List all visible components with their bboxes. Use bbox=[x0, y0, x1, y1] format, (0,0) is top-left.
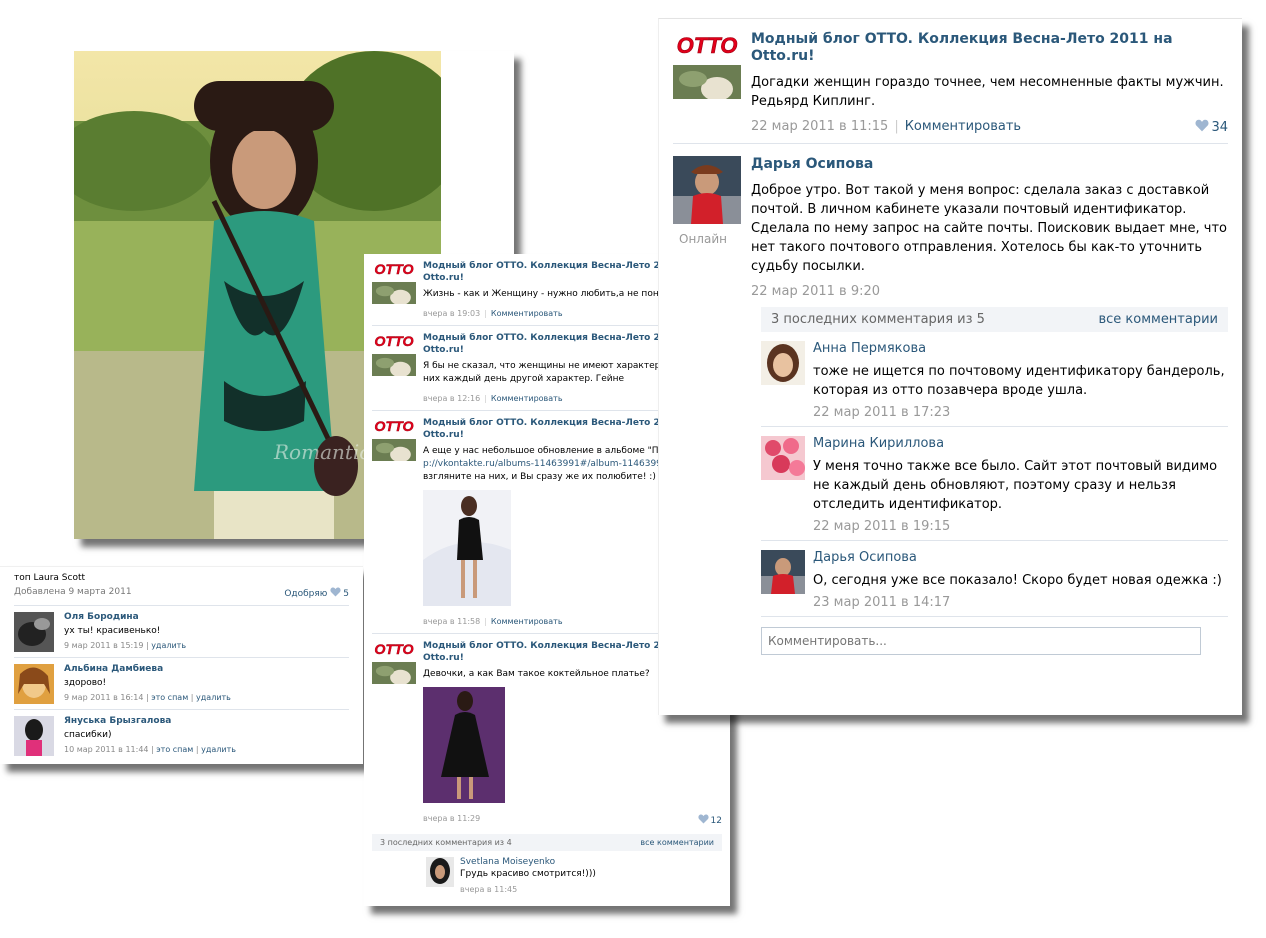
otto-logo-icon[interactable] bbox=[372, 417, 416, 461]
all-comments-link[interactable]: все комментарии bbox=[640, 838, 714, 847]
approve-label: Одобряю bbox=[284, 589, 328, 599]
post-comment: Марина Кириллова У меня точно также все … bbox=[761, 427, 1228, 541]
commenter-name[interactable]: Януська Брызгалова bbox=[64, 716, 236, 726]
comment-text: спасибки) bbox=[64, 730, 112, 740]
photo-meta: Добавлена 9 марта 2011 Одобряю 5 bbox=[14, 587, 349, 606]
dress-photo-purple[interactable] bbox=[423, 687, 505, 803]
comments-bar: 3 последних комментария из 4 все коммент… bbox=[372, 834, 722, 851]
heart-icon bbox=[698, 814, 709, 824]
post-date: вчера в 12:16 bbox=[423, 394, 481, 403]
delete-link[interactable]: удалить bbox=[196, 693, 231, 702]
commenter-name[interactable]: Анна Пермякова bbox=[813, 341, 1228, 356]
post-text-before: А еще у нас небольшое обновление в альбо… bbox=[423, 446, 693, 456]
photo-comment-row: Оля Бородина ух ты! красивенько! 9 мар 2… bbox=[14, 606, 349, 658]
post-text: Доброе утро. Вот такой у меня вопрос: сд… bbox=[751, 183, 1228, 274]
commenter-avatar[interactable] bbox=[761, 550, 805, 594]
comment-link[interactable]: Комментировать bbox=[905, 119, 1021, 134]
comment-date: 10 мар 2011 в 11:44 bbox=[64, 745, 149, 754]
commenter-name[interactable]: Марина Кириллова bbox=[813, 436, 1228, 451]
comment-date: 9 мар 2011 в 16:14 bbox=[64, 693, 144, 702]
post-author[interactable]: Дарья Осипова bbox=[751, 156, 1228, 173]
photo-comment-row: Альбина Дамбиева здорово! 9 мар 2011 в 1… bbox=[14, 658, 349, 710]
comment-date: 22 мар 2011 в 17:23 bbox=[813, 405, 951, 420]
commenter-avatar[interactable] bbox=[14, 664, 54, 704]
comments-count-label: 3 последних комментария из 5 bbox=[771, 312, 985, 327]
dress-photo-white[interactable] bbox=[423, 490, 511, 606]
post-comment: Svetlana Moiseyenko Грудь красиво смотри… bbox=[372, 851, 722, 894]
comment-text: Грудь красиво смотрится!))) bbox=[460, 869, 596, 879]
all-comments-link[interactable]: все комментарии bbox=[1098, 312, 1218, 327]
comments-count-label: 3 последних комментария из 4 bbox=[380, 838, 512, 847]
comment-date: 22 мар 2011 в 19:15 bbox=[813, 519, 951, 534]
community-wall-detail: Модный блог OTTO. Коллекция Весна-Лето 2… bbox=[658, 18, 1242, 715]
commenter-avatar[interactable] bbox=[761, 341, 805, 385]
wall-post: Модный блог OTTO. Коллекция Весна-Лето 2… bbox=[673, 19, 1228, 144]
otto-logo-icon[interactable] bbox=[372, 640, 416, 684]
spam-link[interactable]: это спам bbox=[151, 693, 188, 702]
post-comment: Анна Пермякова тоже не ищется по почтово… bbox=[761, 332, 1228, 427]
commenter-avatar[interactable] bbox=[426, 857, 454, 887]
approve-count: 5 bbox=[343, 589, 349, 599]
commenter-name[interactable]: Svetlana Moiseyenko bbox=[460, 857, 596, 867]
comment-text: здорово! bbox=[64, 678, 107, 688]
comments-bar: 3 последних комментария из 5 все коммент… bbox=[761, 307, 1228, 332]
post-date: вчера в 11:29 bbox=[423, 814, 481, 823]
comment-text: О, сегодня уже все показало! Скоро будет… bbox=[813, 573, 1222, 588]
commenter-name[interactable]: Дарья Осипова bbox=[813, 550, 1222, 565]
otto-logo-icon[interactable] bbox=[372, 260, 416, 304]
commenter-avatar[interactable] bbox=[14, 716, 54, 756]
heart-icon bbox=[330, 587, 341, 597]
delete-link[interactable]: удалить bbox=[201, 745, 236, 754]
comment-text: ух ты! красивенько! bbox=[64, 626, 161, 636]
wall-post: Онлайн Дарья Осипова Доброе утро. Вот та… bbox=[673, 144, 1228, 299]
post-comment: Дарья Осипова О, сегодня уже все показал… bbox=[761, 541, 1228, 617]
like-button[interactable]: 12 bbox=[698, 814, 722, 826]
comment-input[interactable] bbox=[761, 627, 1201, 655]
delete-link[interactable]: удалить bbox=[151, 641, 186, 650]
comment-date: 9 мар 2011 в 15:19 bbox=[64, 641, 144, 650]
heart-icon bbox=[1195, 119, 1209, 132]
like-count: 34 bbox=[1211, 120, 1228, 135]
photo-comment-row: Януська Брызгалова спасибки) 10 мар 2011… bbox=[14, 710, 349, 762]
post-author[interactable]: Модный блог OTTO. Коллекция Весна-Лето 2… bbox=[751, 31, 1228, 65]
commenter-avatar[interactable] bbox=[761, 436, 805, 480]
post-date: 22 мар 2011 в 11:15 bbox=[751, 119, 889, 134]
post-date: 22 мар 2011 в 9:20 bbox=[751, 284, 881, 299]
commenter-avatar[interactable] bbox=[14, 612, 54, 652]
comment-link[interactable]: Комментировать bbox=[491, 394, 563, 403]
photo-top-label: топ Laura Scott bbox=[14, 573, 86, 583]
otto-logo-icon[interactable] bbox=[673, 31, 741, 99]
photo-added-date: Добавлена 9 марта 2011 bbox=[14, 587, 132, 597]
photo-comments-card: топ Laura Scott Добавлена 9 марта 2011 О… bbox=[0, 566, 363, 764]
comment-date: 23 мар 2011 в 14:17 bbox=[813, 595, 951, 610]
commenter-name[interactable]: Оля Бородина bbox=[64, 612, 186, 622]
comment-date: вчера в 11:45 bbox=[460, 885, 518, 894]
author-avatar-wrap: Онлайн bbox=[673, 156, 741, 246]
like-button[interactable]: 34 bbox=[1195, 119, 1228, 135]
online-status: Онлайн bbox=[679, 232, 727, 246]
comment-text: тоже не ищется по почтовому идентификато… bbox=[813, 364, 1225, 398]
post-date: вчера в 19:03 bbox=[423, 309, 481, 318]
comment-link[interactable]: Комментировать bbox=[491, 309, 563, 318]
photo-watermark: Romantic bbox=[273, 440, 371, 464]
comment-text: У меня точно также все было. Сайт этот п… bbox=[813, 459, 1218, 512]
approve-button[interactable]: Одобряю 5 bbox=[284, 587, 349, 599]
post-text: Догадки женщин гораздо точнее, чем несом… bbox=[751, 75, 1224, 109]
commenter-name[interactable]: Альбина Дамбиева bbox=[64, 664, 231, 674]
author-avatar[interactable] bbox=[673, 156, 741, 224]
post-date: вчера в 11:58 bbox=[423, 617, 481, 626]
spam-link[interactable]: это спам bbox=[156, 745, 193, 754]
like-count: 12 bbox=[710, 816, 722, 826]
otto-logo-icon[interactable] bbox=[372, 332, 416, 376]
comment-link[interactable]: Комментировать bbox=[491, 617, 563, 626]
